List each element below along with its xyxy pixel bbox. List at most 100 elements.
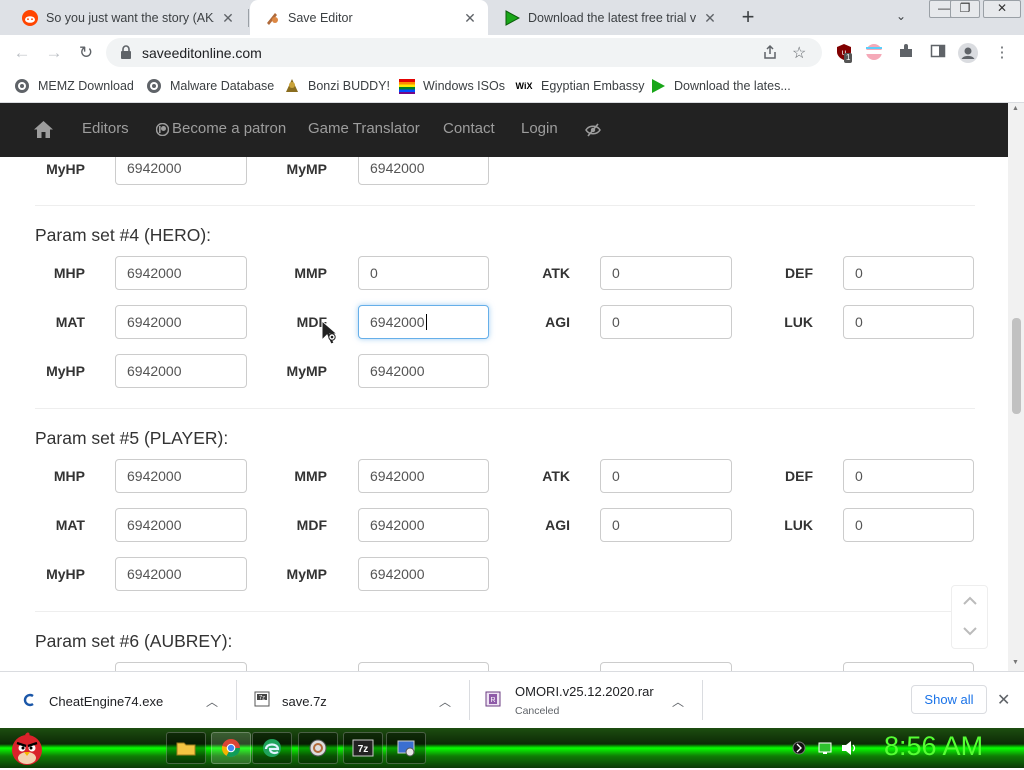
side-panel-icon[interactable] (928, 43, 948, 63)
share-icon[interactable] (762, 44, 778, 63)
def-input[interactable] (843, 662, 974, 671)
chevron-up-icon[interactable]: ︿ (206, 693, 218, 710)
new-tab-button[interactable]: + (737, 6, 759, 28)
chevron-up-icon[interactable]: ︿ (439, 693, 451, 710)
close-icon[interactable]: ✕ (220, 10, 236, 26)
mymp-input[interactable]: 6942000 (358, 557, 489, 591)
taskbar-control-panel[interactable] (386, 732, 426, 764)
start-button-angry-bird-icon[interactable] (8, 729, 46, 770)
scroll-nav-widget (951, 585, 988, 649)
mhp-input[interactable]: 6942000 (115, 256, 247, 290)
tab-search-button[interactable]: ⌄ (896, 9, 906, 23)
address-bar[interactable]: saveeditonline.com ☆ (106, 38, 822, 67)
tab-story[interactable]: So you just want the story (AKA l ✕ (8, 0, 246, 35)
home-icon[interactable] (33, 120, 54, 142)
atk-input[interactable]: 0 (600, 256, 732, 290)
svg-text:R: R (490, 697, 495, 704)
atk-input[interactable]: 0 (600, 459, 732, 493)
mhp-input[interactable]: 6942000 (115, 459, 247, 493)
mat-input[interactable]: 6942000 (115, 305, 247, 339)
myhp-input[interactable]: 6942000 (115, 157, 247, 185)
luk-input[interactable]: 0 (843, 305, 974, 339)
scroll-up-arrow-icon[interactable]: ▲ (1012, 105, 1019, 112)
color-extension-icon[interactable] (864, 43, 884, 63)
browser-toolbar: ← → ↻ saveeditonline.com ☆ u 1 ⋮ (0, 35, 1024, 70)
cheat-engine-icon (22, 693, 36, 710)
ublock-extension-icon[interactable]: u 1 (834, 43, 854, 63)
tab-save-editor[interactable]: Save Editor ✕ (250, 0, 488, 35)
agi-input[interactable]: 0 (600, 508, 732, 542)
url-text: saveeditonline.com (142, 45, 262, 61)
nav-become-patron[interactable]: Become a patron (172, 103, 286, 157)
myhp-label: MyHP (46, 566, 85, 582)
mhp-input[interactable] (115, 662, 247, 671)
mymp-input[interactable]: 6942000 (358, 157, 489, 185)
bookmark-windows-isos[interactable]: Windows ISOs (399, 76, 505, 96)
mdf-input[interactable]: 6942000 (358, 305, 489, 339)
mymp-label: MyMP (286, 566, 327, 582)
nav-game-translator[interactable]: Game Translator (308, 103, 420, 157)
tab-divider (248, 9, 249, 27)
back-icon[interactable]: ← (12, 43, 32, 63)
def-input[interactable]: 0 (843, 256, 974, 290)
extensions-puzzle-icon[interactable] (896, 43, 916, 63)
reload-icon[interactable]: ↻ (76, 43, 96, 63)
mdf-input[interactable]: 6942000 (358, 508, 489, 542)
mmp-input[interactable]: 0 (358, 256, 489, 290)
window-close-button[interactable]: ✕ (983, 0, 1021, 18)
forward-icon[interactable]: → (44, 43, 64, 63)
scroll-down-arrow-icon[interactable]: ▼ (1012, 659, 1019, 666)
chevron-down-icon[interactable] (962, 626, 978, 641)
tray-app-icon[interactable] (792, 740, 806, 759)
bookmark-download-latest[interactable]: Download the lates... (650, 76, 791, 96)
myhp-input[interactable]: 6942000 (115, 354, 247, 388)
taskbar-edge[interactable] (252, 732, 292, 764)
scrollbar-thumb[interactable] (1012, 318, 1021, 414)
mmp-input[interactable]: 6942000 (358, 459, 489, 493)
maximize-button[interactable]: ❐ (950, 0, 980, 18)
luk-input[interactable]: 0 (843, 508, 974, 542)
chevron-up-icon[interactable]: ︿ (672, 693, 684, 710)
taskbar-7zip[interactable]: 7z (343, 732, 383, 764)
def-input[interactable]: 0 (843, 459, 974, 493)
mymp-input[interactable]: 6942000 (358, 354, 489, 388)
save-editor-icon (264, 10, 280, 26)
network-icon[interactable] (817, 740, 833, 759)
svg-text:7z: 7z (358, 744, 369, 755)
agi-input[interactable]: 0 (600, 305, 732, 339)
mmp-input[interactable] (358, 662, 489, 671)
download-item[interactable]: R OMORI.v25.12.2020.rar Canceled ︿ (470, 672, 702, 729)
tab-download-trial[interactable]: Download the latest free trial ver ✕ (490, 0, 728, 35)
atk-input[interactable] (600, 662, 732, 671)
bookmark-memz[interactable]: MEMZ Download (14, 76, 134, 96)
mat-input[interactable]: 6942000 (115, 508, 247, 542)
nav-editors[interactable]: Editors (82, 103, 129, 157)
close-icon[interactable]: ✕ (997, 690, 1010, 710)
show-all-button[interactable]: Show all (911, 685, 987, 714)
nav-contact[interactable]: Contact (443, 103, 495, 157)
download-item[interactable]: CheatEngine74.exe ︿ (0, 672, 235, 729)
mdf-label: MDF (296, 314, 327, 330)
chevron-up-icon[interactable] (962, 594, 978, 609)
eye-slash-icon[interactable] (585, 122, 601, 141)
bookmark-star-icon[interactable]: ☆ (792, 43, 806, 63)
bookmark-egyptian-embassy[interactable]: WiX Egyptian Embassy (515, 76, 645, 96)
bookmark-bonzi-buddy[interactable]: Bonzi BUDDY! (284, 76, 390, 96)
bookmark-malware-database[interactable]: Malware Database (146, 76, 274, 96)
profile-avatar-icon[interactable] (958, 43, 978, 63)
nav-login[interactable]: Login (521, 103, 558, 157)
page-scrollbar[interactable]: ▲ ▼ (1008, 103, 1024, 671)
close-icon[interactable]: ✕ (702, 10, 718, 26)
taskbar-file-explorer[interactable] (166, 732, 206, 764)
taskbar-cheat-engine[interactable] (298, 732, 338, 764)
taskbar-clock[interactable]: 8:56 AM (884, 731, 983, 762)
editor-content: MyHP 6942000 MyMP 6942000 Param set #4 (… (0, 157, 1008, 671)
close-icon[interactable]: ✕ (462, 10, 478, 26)
taskbar-chrome[interactable] (211, 732, 251, 764)
bookmarks-bar: MEMZ Download Malware Database Bonzi BUD… (0, 70, 1024, 103)
myhp-input[interactable]: 6942000 (115, 557, 247, 591)
kebab-menu-icon[interactable]: ⋮ (992, 43, 1012, 63)
taskbar: 7z 8:56 AM (0, 728, 1024, 768)
download-item[interactable]: 7z save.7z ︿ (237, 672, 469, 729)
volume-icon[interactable] (840, 739, 858, 760)
